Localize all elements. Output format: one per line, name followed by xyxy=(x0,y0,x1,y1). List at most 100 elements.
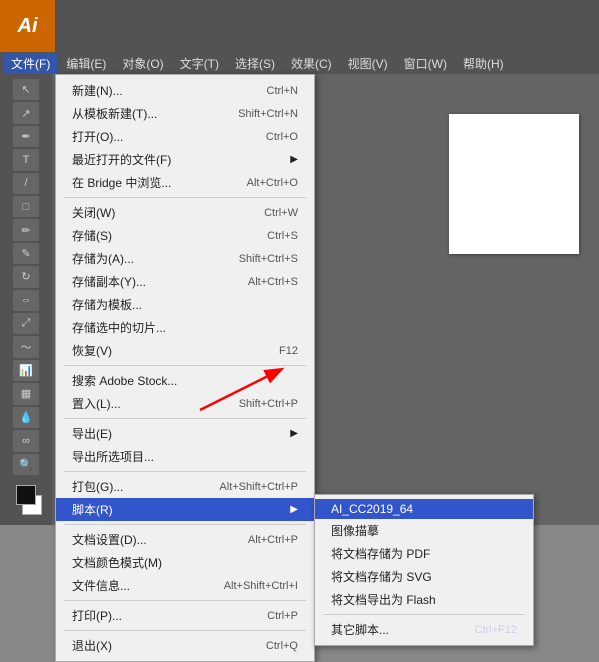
submenu-arrow-icon: ▶ xyxy=(290,428,298,439)
menu-item-21[interactable]: 脚本(R)▶AI_CC2019_64图像描摹将文档存储为 PDF将文档存储为 S… xyxy=(56,498,314,521)
blend-tool[interactable]: ∞ xyxy=(13,430,39,451)
menu-item-2[interactable]: 打开(O)...Ctrl+O xyxy=(56,125,314,148)
menu-item-label: 退出(X) xyxy=(72,637,246,654)
menu-item-18[interactable]: 导出所选项目... xyxy=(56,445,314,468)
menu-separator xyxy=(64,600,306,601)
pencil-tool[interactable]: ✎ xyxy=(13,243,39,264)
menu-item-label: 导出(E) xyxy=(72,425,282,442)
menu-item-0[interactable]: 新建(N)... Ctrl+N xyxy=(56,79,314,102)
zoom-tool[interactable]: 🔍 xyxy=(13,454,39,475)
menu-item-label: 文档颜色模式(M) xyxy=(72,554,298,571)
menu-item-shortcut: Alt+Ctrl+O xyxy=(247,177,298,189)
menu-effect[interactable]: 效果(C) xyxy=(284,53,339,74)
menu-item-label: 存储副本(Y)... xyxy=(72,273,228,290)
foreground-color[interactable] xyxy=(16,485,36,505)
eyedropper-tool[interactable]: 💧 xyxy=(13,407,39,428)
menu-item-shortcut: Ctrl+W xyxy=(264,207,298,219)
type-tool[interactable]: T xyxy=(13,149,39,170)
menu-item-label: 恢复(V) xyxy=(72,342,259,359)
menu-item-label: 脚本(R) xyxy=(72,501,282,518)
menu-window[interactable]: 窗口(W) xyxy=(397,53,454,74)
menu-item-shortcut: Ctrl+P xyxy=(267,610,298,622)
menu-item-29[interactable]: 退出(X)Ctrl+Q xyxy=(56,634,314,657)
menu-separator xyxy=(64,630,306,631)
submenu-item-shortcut: Ctrl+F12 xyxy=(475,624,518,636)
menu-item-shortcut: Shift+Ctrl+S xyxy=(239,253,298,265)
menu-item-7[interactable]: 存储(S)Ctrl+S xyxy=(56,224,314,247)
app-logo: Ai xyxy=(0,0,55,52)
submenu-item-1[interactable]: 图像描摹 xyxy=(315,519,533,542)
menu-item-shortcut: Alt+Ctrl+S xyxy=(248,276,298,288)
menu-separator xyxy=(64,197,306,198)
direct-select-tool[interactable]: ↗ xyxy=(13,102,39,123)
submenu-item-label: AI_CC2019_64 xyxy=(331,502,517,516)
submenu-arrow-icon: ▶ xyxy=(290,154,298,165)
submenu-item-0[interactable]: AI_CC2019_64 xyxy=(315,499,533,519)
menu-file[interactable]: 文件(F) xyxy=(4,53,57,74)
graph-tool[interactable]: 📊 xyxy=(13,360,39,381)
submenu-item-4[interactable]: 将文档导出为 Flash xyxy=(315,588,533,611)
rotate-tool[interactable]: ↻ xyxy=(13,266,39,287)
menu-item-4[interactable]: 在 Bridge 中浏览... Alt+Ctrl+O xyxy=(56,171,314,194)
menu-select[interactable]: 选择(S) xyxy=(228,53,282,74)
menu-separator xyxy=(64,365,306,366)
warp-tool[interactable]: 〜 xyxy=(13,336,39,357)
menu-item-1[interactable]: 从模板新建(T)...Shift+Ctrl+N xyxy=(56,102,314,125)
left-toolbar: ↖ ↗ ✒ T / □ ✏ ✎ ↻ ⇔ ⤢ 〜 📊 ▦ 💧 ∞ 🔍 xyxy=(0,74,52,525)
menu-item-17[interactable]: 导出(E) ▶ xyxy=(56,422,314,445)
menu-item-label: 在 Bridge 中浏览... xyxy=(72,174,227,191)
menu-item-shortcut: Shift+Ctrl+N xyxy=(238,108,298,120)
scale-tool[interactable]: ⤢ xyxy=(13,313,39,334)
gradient-tool[interactable]: ▦ xyxy=(13,383,39,404)
menu-item-shortcut: Alt+Shift+Ctrl+I xyxy=(224,580,298,592)
menu-item-11[interactable]: 存储选中的切片... xyxy=(56,316,314,339)
menu-item-3[interactable]: 最近打开的文件(F) ▶ xyxy=(56,148,314,171)
menu-item-6[interactable]: 关闭(W) Ctrl+W xyxy=(56,201,314,224)
menu-item-label: 打开(O)... xyxy=(72,128,246,145)
menu-item-label: 搜索 Adobe Stock... xyxy=(72,372,298,389)
menu-item-label: 关闭(W) xyxy=(72,204,244,221)
script-submenu: AI_CC2019_64 图像描摹将文档存储为 PDF 将文档存储为 SVG 将文档导… xyxy=(314,494,534,646)
menu-item-label: 打包(G)... xyxy=(72,478,199,495)
menu-object[interactable]: 对象(O) xyxy=(115,53,170,74)
menu-item-shortcut: Ctrl+S xyxy=(267,230,298,242)
menu-item-label: 存储为模板... xyxy=(72,296,298,313)
canvas-document xyxy=(449,114,579,254)
rect-tool[interactable]: □ xyxy=(13,196,39,217)
submenu-item-label: 将文档存储为 SVG xyxy=(331,568,517,585)
menu-item-shortcut: F12 xyxy=(279,345,298,357)
menu-item-label: 最近打开的文件(F) xyxy=(72,151,282,168)
paintbrush-tool[interactable]: ✏ xyxy=(13,219,39,240)
menu-text[interactable]: 文字(T) xyxy=(173,53,226,74)
menu-bar: 文件(F) 编辑(E) 对象(O) 文字(T) 选择(S) 效果(C) 视图(V… xyxy=(0,52,599,74)
menu-item-27[interactable]: 打印(P)...Ctrl+P xyxy=(56,604,314,627)
menu-item-shortcut: Ctrl+N xyxy=(267,85,298,97)
file-dropdown-menu: 新建(N)...Ctrl+N从模板新建(T)...Shift+Ctrl+N打开(… xyxy=(55,74,315,662)
menu-item-9[interactable]: 存储副本(Y)... Alt+Ctrl+S xyxy=(56,270,314,293)
menu-item-14[interactable]: 搜索 Adobe Stock... xyxy=(56,369,314,392)
menu-edit[interactable]: 编辑(E) xyxy=(59,53,113,74)
menu-item-label: 文档设置(D)... xyxy=(72,531,228,548)
select-tool[interactable]: ↖ xyxy=(13,79,39,100)
menu-item-label: 新建(N)... xyxy=(72,82,247,99)
menu-help[interactable]: 帮助(H) xyxy=(456,53,511,74)
pen-tool[interactable]: ✒ xyxy=(13,126,39,147)
submenu-item-3[interactable]: 将文档存储为 SVG xyxy=(315,565,533,588)
menu-item-label: 文件信息... xyxy=(72,577,204,594)
menu-item-label: 存储选中的切片... xyxy=(72,319,298,336)
menu-item-20[interactable]: 打包(G)...Alt+Shift+Ctrl+P xyxy=(56,475,314,498)
line-tool[interactable]: / xyxy=(13,173,39,194)
menu-item-label: 存储为(A)... xyxy=(72,250,219,267)
menu-item-15[interactable]: 置入(L)...Shift+Ctrl+P xyxy=(56,392,314,415)
menu-item-10[interactable]: 存储为模板... xyxy=(56,293,314,316)
menu-item-24[interactable]: 文档颜色模式(M) xyxy=(56,551,314,574)
submenu-item-label: 将文档存储为 PDF xyxy=(331,545,517,562)
menu-item-8[interactable]: 存储为(A)... Shift+Ctrl+S xyxy=(56,247,314,270)
menu-item-12[interactable]: 恢复(V) F12 xyxy=(56,339,314,362)
menu-item-25[interactable]: 文件信息... Alt+Shift+Ctrl+I xyxy=(56,574,314,597)
menu-item-23[interactable]: 文档设置(D)...Alt+Ctrl+P xyxy=(56,528,314,551)
reflect-tool[interactable]: ⇔ xyxy=(13,290,39,311)
menu-view[interactable]: 视图(V) xyxy=(341,53,395,74)
submenu-item-2[interactable]: 将文档存储为 PDF xyxy=(315,542,533,565)
submenu-item-6[interactable]: 其它脚本...Ctrl+F12 xyxy=(315,618,533,641)
